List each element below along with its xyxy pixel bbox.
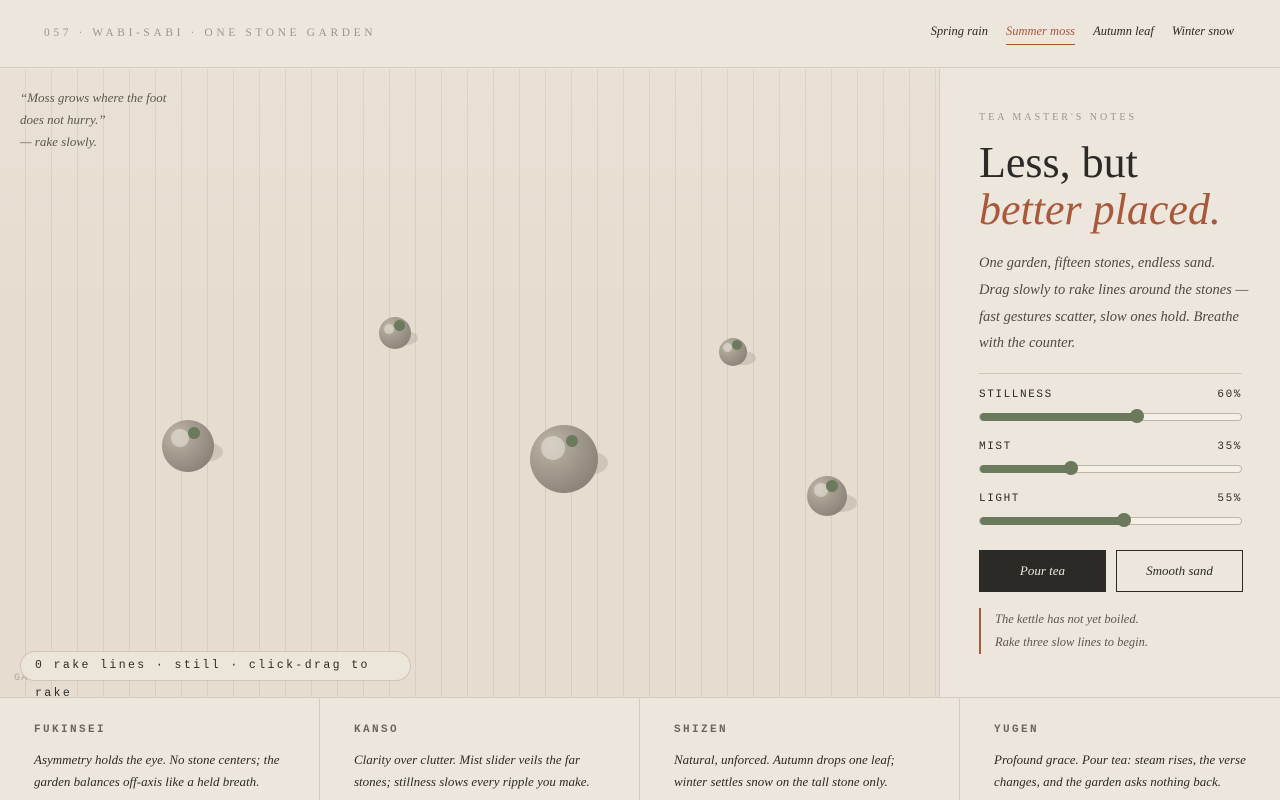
principle-text: Profound grace. Pour tea: steam rises, t… — [994, 752, 1246, 789]
stone-highlight — [541, 436, 565, 460]
principle-shizen: SHIZEN Natural, unforced. Autumn drops o… — [640, 698, 960, 800]
brand-title: 057 · WABI-SABI · ONE STONE GARDEN — [44, 27, 377, 39]
principle-title: YUGEN — [994, 724, 1040, 736]
garden-stone-tall[interactable] — [530, 425, 598, 493]
moss-patch — [732, 340, 742, 350]
season-tab-spring[interactable]: Spring rain — [931, 24, 988, 45]
moss-patch — [188, 427, 200, 439]
slider-handle[interactable] — [1116, 513, 1131, 527]
garden-stone[interactable] — [719, 338, 747, 366]
season-tab-autumn[interactable]: Autumn leaf — [1093, 24, 1154, 45]
principle-kanso: KANSO Clarity over clutter. Mist slider … — [320, 698, 640, 800]
moss-patch — [826, 480, 838, 492]
stone-highlight — [384, 324, 394, 334]
garden-stone[interactable] — [807, 476, 847, 516]
season-tab-winter[interactable]: Winter snow — [1172, 24, 1234, 45]
slider-label: MIST — [979, 441, 1012, 453]
moss-patch — [566, 435, 578, 447]
principle-yugen: YUGEN Profound grace. Pour tea: steam ri… — [960, 698, 1280, 800]
garden-stone[interactable] — [162, 420, 214, 472]
message-line: The kettle has not yet boiled. — [995, 612, 1139, 626]
quote-line: “Moss grows where the foot — [20, 90, 167, 105]
panel-headline: Less, but — [979, 138, 1138, 187]
slider-value: 60% — [1217, 389, 1242, 401]
panel-description: One garden, fifteen stones, endless sand… — [979, 255, 1249, 352]
slider-value: 35% — [1217, 441, 1242, 453]
principle-text: Clarity over clutter. Mist slider veils … — [354, 752, 590, 789]
principle-title: SHIZEN — [674, 724, 729, 736]
slider-fill — [980, 517, 1124, 525]
garden-stone[interactable] — [379, 317, 411, 349]
slider-track[interactable] — [979, 513, 1242, 527]
principles-footer: FUKINSEI Asymmetry holds the eye. No sto… — [0, 697, 1280, 800]
stone-highlight — [171, 429, 189, 447]
slider-track[interactable] — [979, 461, 1242, 475]
moss-patch — [394, 320, 405, 331]
principle-title: FUKINSEI — [34, 724, 107, 736]
principle-fukinsei: FUKINSEI Asymmetry holds the eye. No sto… — [0, 698, 320, 800]
smooth-sand-button[interactable]: Smooth sand — [1116, 550, 1243, 592]
message-line: Rake three slow lines to begin. — [995, 635, 1148, 649]
slider-stillness: STILLNESS 60% — [979, 389, 1242, 423]
pour-tea-button[interactable]: Pour tea — [979, 550, 1106, 592]
garden-quote: “Moss grows where the foot does not hurr… — [20, 87, 190, 153]
kettle-message: The kettle has not yet boiled. Rake thre… — [979, 608, 1242, 654]
quote-attribution: — rake slowly. — [20, 134, 97, 149]
slider-value: 55% — [1217, 493, 1242, 505]
season-tab-summer[interactable]: Summer moss — [1005, 24, 1076, 45]
season-nav: Spring rain Summer moss Autumn leaf Wint… — [931, 24, 1234, 45]
slider-fill — [980, 465, 1072, 473]
principle-text: Asymmetry holds the eye. No stone center… — [34, 752, 280, 789]
slider-track[interactable] — [979, 409, 1242, 423]
divider — [979, 373, 1242, 374]
principle-text: Natural, unforced. Autumn drops one leaf… — [674, 752, 895, 789]
principle-title: KANSO — [354, 724, 400, 736]
quote-line: does not hurry.” — [20, 112, 106, 127]
slider-fill — [980, 413, 1137, 421]
slider-mist: MIST 35% — [979, 441, 1242, 475]
panel-headline-accent: better placed. — [979, 185, 1221, 234]
slider-label: STILLNESS — [979, 389, 1053, 401]
rake-garden-canvas[interactable]: “Moss grows where the foot does not hurr… — [0, 69, 940, 697]
slider-label: LIGHT — [979, 493, 1021, 505]
slider-handle[interactable] — [1129, 409, 1144, 423]
slider-light: LIGHT 55% — [979, 493, 1242, 527]
panel-label: TEA MASTER'S NOTES — [979, 112, 1138, 123]
slider-handle[interactable] — [1064, 461, 1079, 475]
header: 057 · WABI-SABI · ONE STONE GARDEN Sprin… — [0, 0, 1280, 68]
tea-master-panel: TEA MASTER'S NOTES Less, but better plac… — [941, 69, 1280, 697]
rake-status-pill: 0 rake lines · still · click-drag to rak… — [20, 651, 411, 697]
stone-highlight — [723, 343, 732, 352]
